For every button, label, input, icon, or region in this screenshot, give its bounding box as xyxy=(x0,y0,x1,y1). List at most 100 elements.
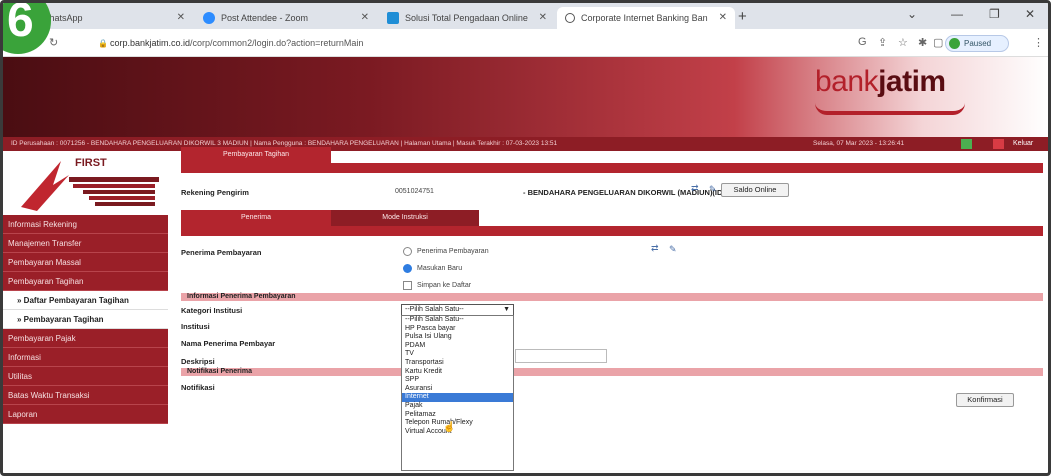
dropdown-option[interactable]: PDAM xyxy=(402,342,513,351)
star-icon[interactable]: ☆ xyxy=(898,36,908,49)
checkbox-simpan-label: Simpan ke Daftar xyxy=(417,282,472,289)
kategori-dropdown-list[interactable]: --Pilih Salah Satu-- HP Pasca bayar Puls… xyxy=(401,315,514,471)
window-close-icon[interactable]: ✕ xyxy=(1025,7,1035,21)
site-icon xyxy=(387,12,399,24)
dropdown-option[interactable]: TV xyxy=(402,350,513,359)
checkbox-simpan[interactable] xyxy=(403,281,412,290)
dropdown-option[interactable]: Asuransi xyxy=(402,385,513,394)
session-info: ID Perusahaan : 0071256 - BENDAHARA PENG… xyxy=(11,140,558,147)
first-label: FIRST xyxy=(75,157,107,169)
close-icon[interactable]: ✕ xyxy=(177,12,185,23)
dropdown-option[interactable]: Kartu Kredit xyxy=(402,368,513,377)
sidebar: FIRST Informasi Rekening Manajemen Trans… xyxy=(3,151,168,473)
edit-icon[interactable]: ✎ xyxy=(669,244,677,255)
session-info-bar: ID Perusahaan : 0071256 - BENDAHARA PENG… xyxy=(3,137,1048,151)
rekening-name: - BENDAHARA PENGELUARAN DIKORWIL (MADIUN… xyxy=(523,188,731,197)
close-icon[interactable]: ✕ xyxy=(719,12,727,23)
account-list-icon[interactable]: ⇄ xyxy=(691,183,699,194)
dropdown-option[interactable]: Pulsa Isi Ulang xyxy=(402,333,513,342)
sidebar-item-pembayaran-tagihan-sub[interactable]: » Pembayaran Tagihan xyxy=(3,310,168,329)
kategori-selected: --Pilih Salah Satu-- xyxy=(405,306,464,313)
sidebar-item-pembayaran-tagihan[interactable]: Pembayaran Tagihan xyxy=(3,272,168,291)
new-tab-icon[interactable]: + xyxy=(738,8,747,25)
payee-list-icon[interactable]: ⇄ xyxy=(651,243,659,254)
minimize-icon[interactable]: — xyxy=(951,7,963,21)
section-notifikasi-penerima: Notifikasi Penerima xyxy=(181,368,1043,376)
mouse-cursor-icon: ☝ xyxy=(443,422,456,433)
sidebar-menu: Informasi Rekening Manajemen Transfer Pe… xyxy=(3,215,168,424)
browser-address-bar: ↻ 🔒 corp.bankjatim.co.id/corp/common2/lo… xyxy=(3,29,1048,57)
share-icon[interactable]: ⇪ xyxy=(878,36,887,49)
logo-text-jatim: jatim xyxy=(878,65,946,98)
reload-icon[interactable]: ↻ xyxy=(49,36,58,49)
sidebar-item-pembayaran-pajak[interactable]: Pembayaran Pajak xyxy=(3,329,168,348)
radio-masukan-baru[interactable] xyxy=(403,264,412,273)
close-icon[interactable]: ✕ xyxy=(539,12,547,23)
sidebar-item-batas-waktu[interactable]: Batas Waktu Transaksi xyxy=(3,386,168,405)
sidebar-item-informasi-rekening[interactable]: Informasi Rekening xyxy=(3,215,168,234)
dropdown-option[interactable]: --Pilih Salah Satu-- xyxy=(402,316,513,325)
browser-tab-bankjatim[interactable]: Corporate Internet Banking Ban ✕ xyxy=(557,7,735,29)
dropdown-option[interactable]: Virtual Account xyxy=(402,428,513,437)
institusi-label: Institusi xyxy=(181,322,210,331)
logout-link[interactable]: Keluar xyxy=(1013,137,1033,151)
kategori-label: Kategori Institusi xyxy=(181,306,243,315)
rekening-label: Rekening Pengirim xyxy=(181,188,249,197)
dropdown-option[interactable]: HP Pasca bayar xyxy=(402,325,513,334)
google-icon[interactable]: G xyxy=(858,36,867,48)
first-logo: FIRST xyxy=(13,155,163,211)
profile-button[interactable]: Paused xyxy=(945,35,1009,52)
browser-tab-pengadaan[interactable]: Solusi Total Pengadaan Online ✕ xyxy=(379,7,555,29)
dropdown-option[interactable]: Pajak xyxy=(402,402,513,411)
tab-penerima[interactable]: Penerima xyxy=(181,210,331,226)
saldo-online-button[interactable]: Saldo Online xyxy=(721,183,789,197)
sidebar-item-pembayaran-massal[interactable]: Pembayaran Massal xyxy=(3,253,168,272)
tab-label: Post Attendee - Zoom xyxy=(221,13,309,23)
deskripsi-label: Deskripsi xyxy=(181,357,215,366)
edit-icon[interactable]: ✎ xyxy=(709,184,717,195)
dropdown-option-highlighted[interactable]: Internet xyxy=(402,393,513,402)
radio-penerima-label: Penerima Pembayaran xyxy=(417,248,489,255)
url-path: /corp/common2/login.do?action=returnMain xyxy=(190,38,364,48)
sidepanel-icon[interactable]: ▢ xyxy=(933,36,943,49)
dropdown-option[interactable]: Transportasi xyxy=(402,359,513,368)
session-datetime: Selasa, 07 Mar 2023 - 13:26:41 xyxy=(813,140,905,147)
konfirmasi-button[interactable]: Konfirmasi xyxy=(956,393,1014,407)
sidebar-item-manajemen-transfer[interactable]: Manajemen Transfer xyxy=(3,234,168,253)
bankjatim-logo: bankjatim xyxy=(815,65,965,115)
tab-label: Corporate Internet Banking Ban xyxy=(581,13,708,23)
tab-label: Solusi Total Pengadaan Online xyxy=(405,13,528,23)
tab-mode-instruksi[interactable]: Mode Instruksi xyxy=(331,210,479,226)
sidebar-item-daftar-pembayaran-tagihan[interactable]: » Daftar Pembayaran Tagihan xyxy=(3,291,168,310)
url-host: corp.bankjatim.co.id xyxy=(110,38,191,48)
notifikasi-label: Notifikasi xyxy=(181,383,215,392)
url-field[interactable]: 🔒 corp.bankjatim.co.id/corp/common2/logi… xyxy=(98,35,818,52)
radio-penerima-pembayaran[interactable] xyxy=(403,247,412,256)
logo-text-bank: bank xyxy=(815,65,879,98)
penerima-label: Penerima Pembayaran xyxy=(181,248,262,257)
globe-icon xyxy=(565,13,575,23)
close-icon[interactable]: ✕ xyxy=(361,12,369,23)
deskripsi-input[interactable] xyxy=(515,349,607,363)
logout-icon[interactable] xyxy=(993,139,1004,149)
zoom-icon xyxy=(203,12,215,24)
home-icon[interactable] xyxy=(961,139,972,149)
maximize-icon[interactable]: ❐ xyxy=(989,7,1000,21)
sidebar-item-laporan[interactable]: Laporan xyxy=(3,405,168,424)
dropdown-option[interactable]: SPP xyxy=(402,376,513,385)
dropdown-option[interactable]: Telepon Rumah/Flexy xyxy=(402,419,513,428)
menu-icon[interactable]: ⋮ xyxy=(1033,36,1044,49)
nama-penerima-label: Nama Penerima Pembayar xyxy=(181,339,276,348)
sidebar-item-informasi[interactable]: Informasi xyxy=(3,348,168,367)
sidebar-item-utilitas[interactable]: Utilitas xyxy=(3,367,168,386)
profile-status: Paused xyxy=(964,39,992,48)
screenshot-frame: WhatsApp ✕ Post Attendee - Zoom ✕ Solusi… xyxy=(0,0,1051,476)
dropdown-option[interactable]: Pelitamaz xyxy=(402,411,513,420)
tab-divider xyxy=(181,226,1043,236)
tab-list-icon[interactable]: ⌄ xyxy=(907,7,917,21)
tab-pembayaran-tagihan[interactable]: Pembayaran Tagihan xyxy=(181,147,331,163)
section-divider xyxy=(181,163,1043,173)
browser-tab-zoom[interactable]: Post Attendee - Zoom ✕ xyxy=(195,7,377,29)
lock-icon: 🔒 xyxy=(98,39,108,48)
extensions-icon[interactable]: ✱ xyxy=(918,36,927,49)
